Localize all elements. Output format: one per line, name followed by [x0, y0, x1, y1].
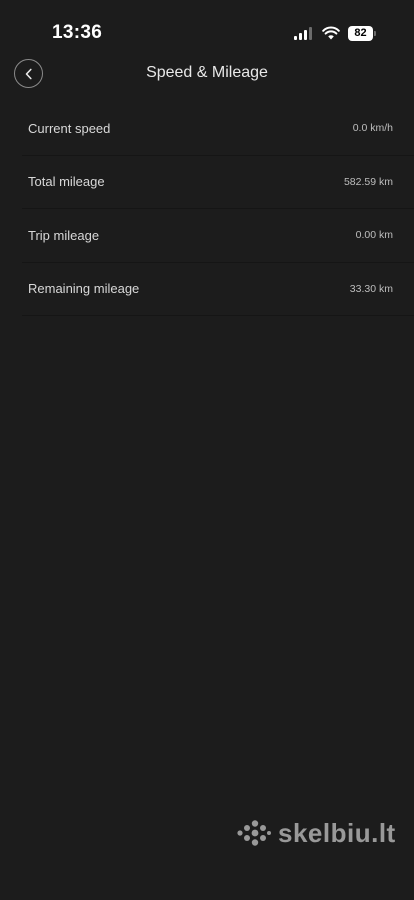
watermark-text: skelbiu.lt [278, 817, 396, 848]
battery-level: 82 [354, 26, 367, 39]
screen: 13:36 82 Speed & Mileage Current speed 0… [0, 0, 414, 900]
status-bar: 13:36 82 [0, 0, 414, 60]
item-label: Total mileage [28, 174, 105, 190]
list-item-remaining-mileage: Remaining mileage 33.30 km [22, 263, 414, 316]
page-title: Speed & Mileage [146, 64, 268, 81]
list-item-total-mileage: Total mileage 582.59 km [22, 156, 414, 209]
item-value: 582.59 km [343, 175, 393, 188]
item-label: Remaining mileage [28, 281, 140, 297]
list-item-current-speed: Current speed 0.0 km/h [22, 102, 414, 156]
status-time: 13:36 [52, 22, 103, 43]
header: Speed & Mileage [0, 56, 414, 92]
watermark: skelbiu.lt [237, 818, 396, 848]
item-value: 33.30 km [349, 282, 393, 295]
wifi-icon [322, 26, 340, 40]
item-label: Current speed [28, 120, 111, 136]
status-icons: 82 [294, 24, 376, 42]
watermark-logo-icon [237, 820, 271, 846]
cellular-signal-icon [294, 26, 314, 40]
mileage-list: Current speed 0.0 km/h Total mileage 582… [22, 102, 414, 316]
item-value: 0.0 km/h [352, 122, 393, 135]
list-item-trip-mileage: Trip mileage 0.00 km [22, 209, 414, 263]
battery-icon: 82 [348, 25, 376, 41]
item-label: Trip mileage [28, 227, 100, 243]
item-value: 0.00 km [355, 229, 393, 242]
